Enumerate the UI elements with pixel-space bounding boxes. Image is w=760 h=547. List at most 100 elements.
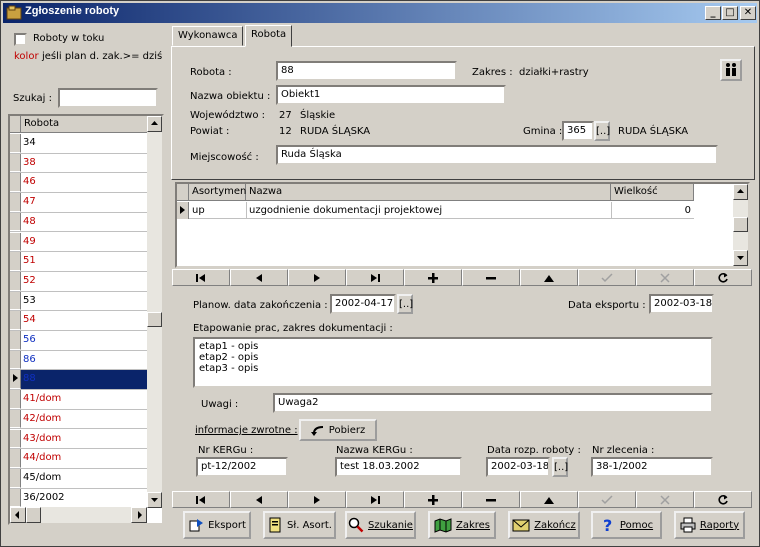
main-nav-last-button[interactable] [346,491,404,508]
asortyment-grid: Asortyment Nazwa Wielkość up uzgodnienie… [175,182,750,268]
grid-header-wielkosc[interactable]: Wielkość [611,184,694,201]
persons-button[interactable] [720,59,742,81]
list-item[interactable]: 42/dom [10,409,147,430]
scroll-left-arrow[interactable] [10,507,26,523]
tab-wykonawca[interactable]: Wykonawca [172,26,243,46]
export-icon [189,519,204,532]
list-item[interactable]: 53 [10,291,147,312]
nav-last-button[interactable] [346,269,404,286]
scroll-down-arrow[interactable] [147,492,162,508]
grid-scroll-up[interactable] [733,184,748,200]
minimize-button[interactable]: _ [705,6,721,20]
table-row[interactable]: up uzgodnienie dokumentacji projektowej … [177,202,694,219]
help-icon: ? [603,517,612,533]
list-item[interactable]: 44/dom [10,449,147,469]
list-item[interactable]: 48 [10,212,147,233]
nav-edit-button[interactable] [520,269,578,286]
nav-post-button[interactable] [578,269,636,286]
list-item[interactable]: 47 [10,193,147,213]
list-hscrollbar[interactable] [10,507,147,523]
list-item[interactable]: 45/dom [10,468,147,489]
close-button[interactable]: ✕ [740,6,756,20]
list-item[interactable]: 54 [10,311,147,331]
zakoncz-button[interactable]: Zakończ [508,511,580,539]
nr-zlecenia-input[interactable]: 38-1/2002 [591,457,713,477]
nazwa-obiektu-input[interactable]: Obiekt1 [276,85,506,105]
search-input[interactable] [58,88,158,108]
sl-asort-button[interactable]: Sł. Asort. [263,511,336,539]
first-icon [196,495,205,504]
list-item[interactable]: 56 [10,331,147,351]
nr-kergu-input[interactable]: pt-12/2002 [196,457,288,477]
main-nav-first-button[interactable] [172,491,230,508]
pobierz-label: Pobierz [328,424,366,436]
uwagi-input[interactable]: Uwaga2 [273,393,713,413]
list-item[interactable]: 46 [10,173,147,194]
envelope-icon [512,519,530,532]
miejscowosc-input[interactable]: Ruda Śląska [276,145,718,165]
main-nav-delete-button[interactable] [462,491,520,508]
pomoc-button[interactable]: ? Pomoc [591,511,662,539]
roboty-w-toku-checkbox[interactable] [14,33,27,46]
pobierz-button[interactable]: Pobierz [299,419,377,441]
title-bar[interactable]: Zgłoszenie roboty _ □ ✕ [3,3,757,23]
minus-icon [486,276,496,279]
nav-refresh-button[interactable] [694,269,752,286]
nav-delete-button[interactable] [462,269,520,286]
list-item[interactable]: 51 [10,252,147,272]
list-item-selected[interactable]: 88 [10,370,147,391]
gmina-picker-button[interactable]: [..] [594,121,610,141]
scroll-right-arrow[interactable] [131,507,147,523]
list-item[interactable]: 38 [10,153,147,174]
main-nav-insert-button[interactable] [404,491,462,508]
magnifier-icon [348,517,364,533]
main-nav-next-button[interactable] [288,491,346,508]
main-nav-edit-button[interactable] [520,491,578,508]
tab-robota[interactable]: Robota [245,25,292,47]
nav-prior-button[interactable] [230,269,288,286]
gmina-input[interactable]: 365 [562,121,594,141]
planowana-data-input[interactable]: 2002-04-17 [330,294,396,314]
hscroll-thumb[interactable] [26,507,41,523]
eksport-button[interactable]: Eksport [183,511,251,539]
nav-cancel-button[interactable] [636,269,694,286]
main-nav-post-button[interactable] [578,491,636,508]
up-arrow-icon [737,189,744,193]
list-item[interactable]: 43/dom [10,429,147,450]
data-rozp-input[interactable]: 2002-03-18 [486,457,550,477]
grid-header-asortyment[interactable]: Asortyment [189,184,250,201]
list-item[interactable]: 36/2002 [10,488,147,509]
list-header[interactable]: Robota [10,116,147,133]
cancel-x-icon [660,272,670,283]
main-nav-refresh-button[interactable] [694,491,752,508]
list-item[interactable]: 49 [10,232,147,253]
scroll-thumb[interactable] [147,312,162,327]
pomoc-label: Pomoc [619,519,654,531]
list-scrollbar[interactable] [147,116,162,508]
grid-scroll-thumb[interactable] [733,217,748,232]
grid-scroll-down[interactable] [733,250,748,266]
robota-input[interactable]: 88 [276,61,457,81]
grid-header-nazwa[interactable]: Nazwa [246,184,611,201]
grid-scrollbar[interactable] [733,184,748,266]
zakres-button[interactable]: Zakres [428,511,496,539]
nazwa-kergu-input[interactable]: test 18.03.2002 [335,457,462,477]
list-item[interactable]: 52 [10,271,147,292]
planowana-data-picker[interactable]: [..] [397,294,413,314]
list-item[interactable]: 34 [10,134,147,154]
list-item[interactable]: 41/dom [10,390,147,410]
nav-next-button[interactable] [288,269,346,286]
main-nav-cancel-button[interactable] [636,491,694,508]
maximize-button[interactable]: □ [722,6,738,20]
gmina-label: Gmina : [523,126,563,137]
data-rozp-picker[interactable]: [..] [552,457,568,477]
main-nav-prior-button[interactable] [230,491,288,508]
data-eksportu-input[interactable]: 2002-03-18 [649,294,714,314]
scroll-up-arrow[interactable] [147,116,162,132]
szukanie-button[interactable]: Szukanie [345,511,416,539]
raporty-button[interactable]: Raporty [674,511,745,539]
nav-insert-button[interactable] [404,269,462,286]
list-item[interactable]: 86 [10,350,147,371]
nav-first-button[interactable] [172,269,230,286]
etapowanie-memo[interactable]: etap1 - opis etap2 - opis etap3 - opis [193,337,713,388]
